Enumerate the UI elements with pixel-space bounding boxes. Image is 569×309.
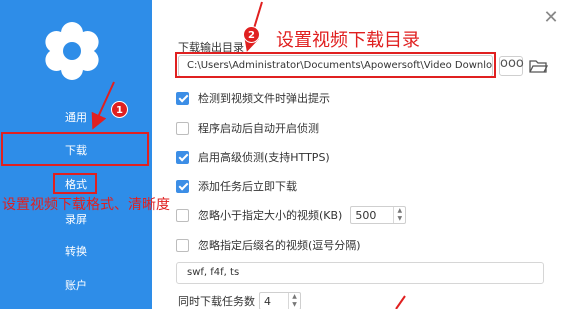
min-size-stepper[interactable]: 500 ▲ ▼ [350, 206, 407, 224]
stepper-down-icon[interactable]: ▼ [289, 301, 300, 309]
checkbox[interactable] [176, 150, 189, 164]
concurrent-label: 同时下载任务数 [178, 295, 255, 308]
option-label: 启用高级侦测(支持HTTPS) [198, 151, 330, 164]
option-ignore-extensions[interactable]: 忽略指定后缀名的视频(逗号分隔) [176, 237, 361, 253]
option-label: 检测到视频文件时弹出提示 [198, 92, 330, 105]
concurrent-downloads: 同时下载任务数 4 ▲ ▼ [178, 292, 301, 309]
highlight-path-box [175, 52, 496, 78]
checkbox[interactable] [176, 179, 189, 193]
concurrent-stepper[interactable]: 4 ▲ ▼ [259, 292, 301, 309]
sidebar-item-convert[interactable]: 转换 [0, 240, 152, 264]
option-download-immediately[interactable]: 添加任务后立即下载 [176, 178, 297, 194]
folder-icon[interactable] [528, 56, 548, 76]
option-label: 添加任务后立即下载 [198, 180, 297, 193]
highlight-format-box [53, 173, 97, 194]
highlight-download-box [1, 132, 149, 166]
checkbox[interactable] [176, 238, 189, 252]
stepper-up-icon[interactable]: ▲ [394, 207, 405, 215]
option-auto-detect-on-start[interactable]: 程序启动后自动开启侦测 [176, 120, 319, 136]
close-icon[interactable]: ✕ [541, 8, 561, 28]
option-popup-on-detect[interactable]: 检测到视频文件时弹出提示 [176, 90, 330, 106]
option-label: 忽略小于指定大小的视频(KB) [198, 209, 343, 222]
concurrent-value: 4 [264, 294, 271, 308]
stepper-up-icon[interactable]: ▲ [289, 293, 300, 301]
option-label: 程序启动后自动开启侦测 [198, 122, 319, 135]
option-advanced-detect[interactable]: 启用高级侦测(支持HTTPS) [176, 149, 330, 165]
step-badge-1: 1 [111, 101, 128, 118]
option-label: 忽略指定后缀名的视频(逗号分隔) [198, 239, 361, 252]
ignored-extensions-field[interactable]: swf, f4f, ts [176, 262, 544, 284]
browse-more-button[interactable]: ooo [499, 56, 524, 76]
checkbox[interactable] [176, 208, 189, 222]
step-badge-2: 2 [243, 26, 260, 43]
app-logo-icon [45, 22, 99, 80]
annotation-path-note: 设置视频下载目录 [276, 30, 420, 51]
option-ignore-small-videos[interactable]: 忽略小于指定大小的视频(KB) 500 ▲ ▼ [176, 206, 407, 224]
annotation-format-note: 设置视频下载格式、清晰度 [2, 197, 170, 213]
checkbox[interactable] [176, 121, 189, 135]
stepper-down-icon[interactable]: ▼ [394, 215, 405, 223]
sidebar-item-account[interactable]: 账户 [0, 274, 152, 298]
sidebar-item-general[interactable]: 通用 [0, 106, 152, 130]
min-size-value: 500 [355, 208, 377, 222]
checkbox[interactable] [176, 91, 189, 105]
